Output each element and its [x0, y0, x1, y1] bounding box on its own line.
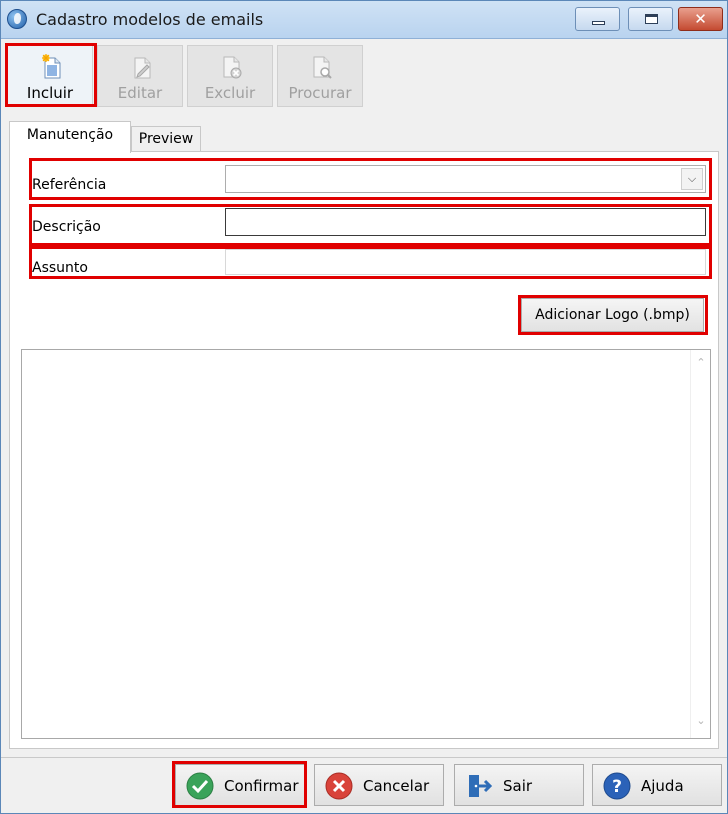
delete-document-icon [223, 56, 242, 79]
assunto-input[interactable] [225, 249, 706, 275]
cancelar-button[interactable]: Cancelar [314, 764, 444, 806]
svg-text:?: ? [612, 777, 622, 797]
editar-button[interactable]: Editar [97, 45, 183, 107]
tab-preview[interactable]: Preview [131, 126, 201, 153]
toolbar: Incluir Editar Excluir Procurar [1, 39, 727, 113]
procurar-label: Procurar [288, 84, 352, 102]
editar-label: Editar [117, 84, 163, 102]
app-globe-icon [7, 9, 27, 29]
descricao-label: Descrição [32, 219, 101, 235]
referencia-combobox[interactable]: ⌵ [225, 165, 706, 193]
email-body-editor[interactable]: ⌃ ⌄ [21, 349, 711, 739]
search-document-icon [313, 56, 332, 79]
close-icon: ✕ [694, 10, 707, 28]
descricao-input[interactable] [225, 208, 706, 236]
confirmar-label: Confirmar [224, 777, 299, 795]
window-title: Cadastro modelos de emails [36, 10, 264, 29]
procurar-button[interactable]: Procurar [277, 45, 363, 107]
maximize-icon [645, 14, 658, 24]
referencia-label: Referência [32, 177, 107, 193]
tab-manutencao[interactable]: Manutenção [9, 121, 131, 153]
scroll-up-icon[interactable]: ⌃ [691, 356, 711, 376]
sair-label: Sair [503, 777, 533, 795]
email-template-dialog: Cadastro modelos de emails ✕ Incluir Edi… [0, 0, 728, 814]
maximize-button[interactable] [628, 7, 673, 31]
vertical-scrollbar[interactable]: ⌃ ⌄ [690, 350, 710, 738]
edit-document-icon [134, 57, 151, 79]
minimize-icon [592, 21, 605, 25]
chevron-down-icon[interactable]: ⌵ [681, 168, 703, 190]
scroll-down-icon[interactable]: ⌄ [691, 714, 711, 734]
close-button[interactable]: ✕ [678, 7, 723, 31]
excluir-label: Excluir [204, 84, 256, 102]
new-document-icon [42, 54, 61, 79]
title-bar[interactable]: Cadastro modelos de emails ✕ [1, 1, 727, 39]
ajuda-label: Ajuda [641, 777, 684, 795]
cancelar-label: Cancelar [363, 777, 430, 795]
ajuda-button[interactable]: ? Ajuda [592, 764, 722, 806]
confirmar-button[interactable]: Confirmar [175, 764, 305, 806]
excluir-button[interactable]: Excluir [187, 45, 273, 107]
bottom-divider [1, 757, 727, 758]
minimize-button[interactable] [575, 7, 620, 31]
incluir-button[interactable]: Incluir [7, 45, 93, 107]
cancel-icon [325, 772, 353, 800]
incluir-label: Incluir [26, 84, 74, 102]
add-logo-button[interactable]: Adicionar Logo (.bmp) [521, 298, 704, 332]
sair-button[interactable]: Sair [454, 764, 584, 806]
assunto-label: Assunto [32, 260, 88, 276]
help-icon: ? [603, 772, 631, 800]
check-icon [186, 772, 214, 800]
exit-door-icon [469, 775, 493, 797]
